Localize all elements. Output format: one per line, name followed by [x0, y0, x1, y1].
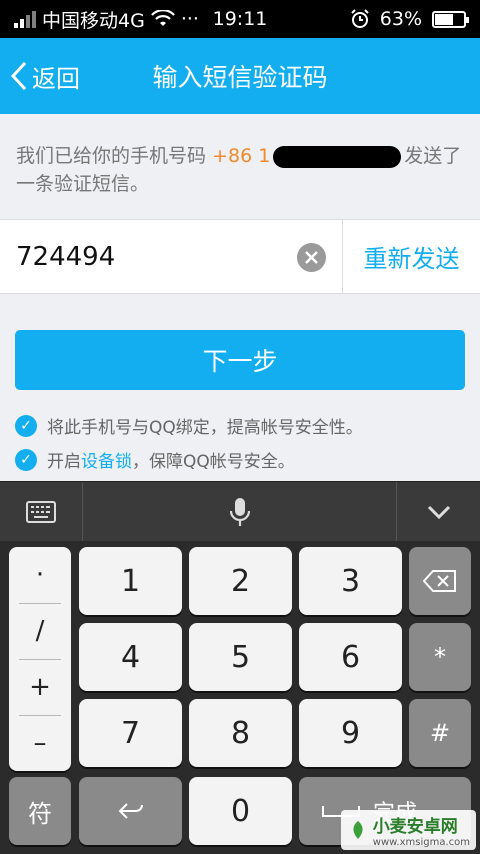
- chevron-left-icon: [10, 61, 27, 91]
- watermark: 小麦安卓网 www.xmsigma.com: [340, 810, 476, 850]
- carrier-label: 中国移动4G: [42, 9, 145, 32]
- return-arrow-icon: [118, 803, 143, 819]
- key-1[interactable]: 1: [79, 547, 182, 615]
- device-lock-link[interactable]: 设备锁: [81, 452, 132, 472]
- key-hash[interactable]: #: [409, 699, 471, 767]
- country-code: +86 1: [212, 145, 271, 167]
- alarm-icon: [351, 9, 369, 28]
- keyboard-icon: [26, 501, 56, 523]
- symbol-key-slash[interactable]: /: [9, 603, 71, 659]
- verification-code-row: 重新发送: [0, 219, 480, 294]
- verification-code-input[interactable]: [16, 241, 286, 272]
- sms-info-text: 我们已给你的手机号码 +86 1 发送了一条验证短信。: [16, 142, 466, 198]
- key-4[interactable]: 4: [79, 623, 182, 691]
- key-star[interactable]: *: [409, 623, 471, 691]
- overflow-dots: ···: [180, 8, 199, 30]
- voice-input-button[interactable]: [83, 482, 396, 542]
- next-step-button[interactable]: 下一步: [15, 330, 465, 390]
- microphone-icon: [229, 498, 250, 526]
- symbol-column: · / + –: [9, 547, 71, 771]
- symbol-key-plus[interactable]: +: [9, 659, 71, 715]
- signal-icon: [14, 10, 36, 28]
- key-0[interactable]: 0: [189, 777, 292, 845]
- clear-input-button[interactable]: [297, 243, 326, 272]
- back-button[interactable]: 返回: [10, 38, 80, 114]
- wifi-icon: [151, 10, 175, 26]
- symbol-key-dot[interactable]: ·: [9, 547, 71, 603]
- redacted-phone-number: [273, 145, 402, 168]
- symbol-mode-button[interactable]: 符: [9, 777, 71, 845]
- symbol-key-minus[interactable]: –: [9, 715, 71, 771]
- key-3[interactable]: 3: [299, 547, 402, 615]
- watermark-url: www.xmsigma.com: [372, 837, 470, 848]
- bind-phone-option[interactable]: ✓ 将此手机号与QQ绑定，提高帐号安全性。: [15, 413, 363, 438]
- key-7[interactable]: 7: [79, 699, 182, 767]
- battery-icon: [432, 10, 469, 28]
- title-bar: 返回 输入短信验证码: [0, 38, 480, 114]
- battery-percent: 63%: [379, 8, 422, 30]
- hide-keyboard-button[interactable]: [397, 482, 480, 542]
- close-icon: [305, 251, 318, 264]
- key-2[interactable]: 2: [189, 547, 292, 615]
- checkmark-icon: ✓: [15, 414, 37, 437]
- chevron-down-icon: [427, 505, 450, 519]
- numeric-keyboard: · / + – 1 2 3 4 5 6 * 7 8 9 # 符 0 完成 小麦安…: [0, 541, 480, 854]
- device-lock-option[interactable]: ✓ 开启设备锁，保障QQ帐号安全。: [15, 447, 295, 472]
- back-label: 返回: [32, 64, 80, 93]
- device-lock-suffix: ，保障QQ帐号安全。: [132, 452, 295, 472]
- key-8[interactable]: 8: [189, 699, 292, 767]
- key-5[interactable]: 5: [189, 623, 292, 691]
- backspace-button[interactable]: [409, 547, 471, 615]
- device-lock-label: 开启设备锁，保障QQ帐号安全。: [47, 447, 295, 472]
- status-bar: 中国移动4G ··· 19:11 63%: [0, 0, 480, 38]
- watermark-site: 小麦安卓网: [372, 817, 458, 837]
- keyboard-switch-button[interactable]: [0, 482, 82, 542]
- keyboard-toolbar: [0, 481, 480, 542]
- bind-phone-label: 将此手机号与QQ绑定，提高帐号安全性。: [47, 418, 363, 438]
- site-logo-icon: [353, 821, 363, 839]
- return-key[interactable]: [79, 777, 182, 845]
- resend-button[interactable]: 重新发送: [342, 220, 480, 293]
- info-text-before: 我们已给你的手机号码: [16, 145, 207, 167]
- backspace-icon: [423, 570, 456, 592]
- device-lock-prefix: 开启: [47, 452, 81, 472]
- key-9[interactable]: 9: [299, 699, 402, 767]
- key-6[interactable]: 6: [299, 623, 402, 691]
- checkmark-icon: ✓: [15, 448, 37, 471]
